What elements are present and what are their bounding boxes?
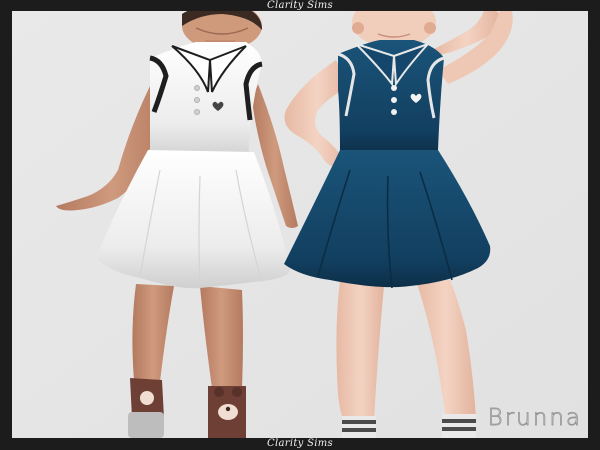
image-frame: Clarity Sims Clarity Sims Brunna: [0, 0, 600, 450]
toddler-dresses-illustration: [12, 11, 588, 438]
item-name-label: Brunna: [487, 405, 582, 432]
watermark-top: Clarity Sims: [267, 0, 333, 11]
watermark-bottom: Clarity Sims: [267, 438, 333, 449]
preview-canvas: [12, 11, 588, 438]
